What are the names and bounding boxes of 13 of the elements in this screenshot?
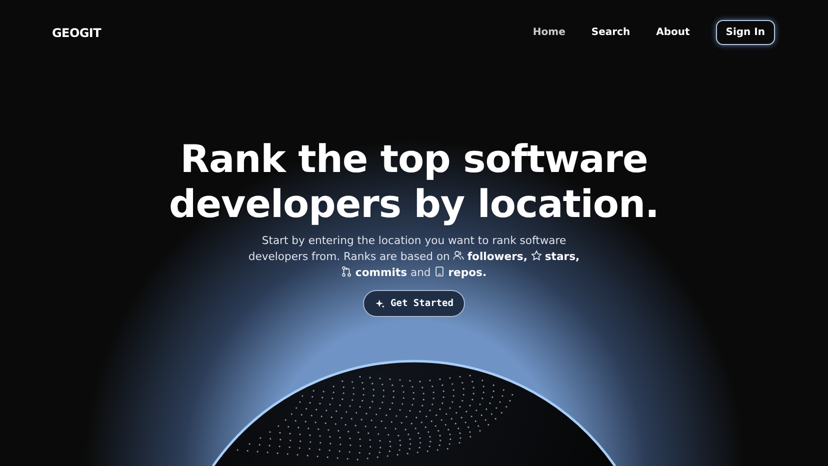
nav-link[interactable]: Home [532,27,566,38]
pull-request-icon [341,266,352,277]
nav-link[interactable]: About [656,27,690,38]
tablet-icon [434,266,446,277]
star-icon [530,250,542,261]
sign-in-button[interactable]: Sign In [716,20,775,45]
get-started-button[interactable]: Get Started [362,290,466,317]
users-icon [453,250,464,261]
logo[interactable]: GEOGIT [52,26,533,40]
headline: Rank the top software developers by location. [169,137,659,227]
hero-description: Start by entering the location you want to rank software developers from. Ranks are based on followers, stars, commits and repos. [247,233,581,281]
nav-link[interactable]: Search [591,27,630,38]
sparkle-icon [374,298,385,308]
